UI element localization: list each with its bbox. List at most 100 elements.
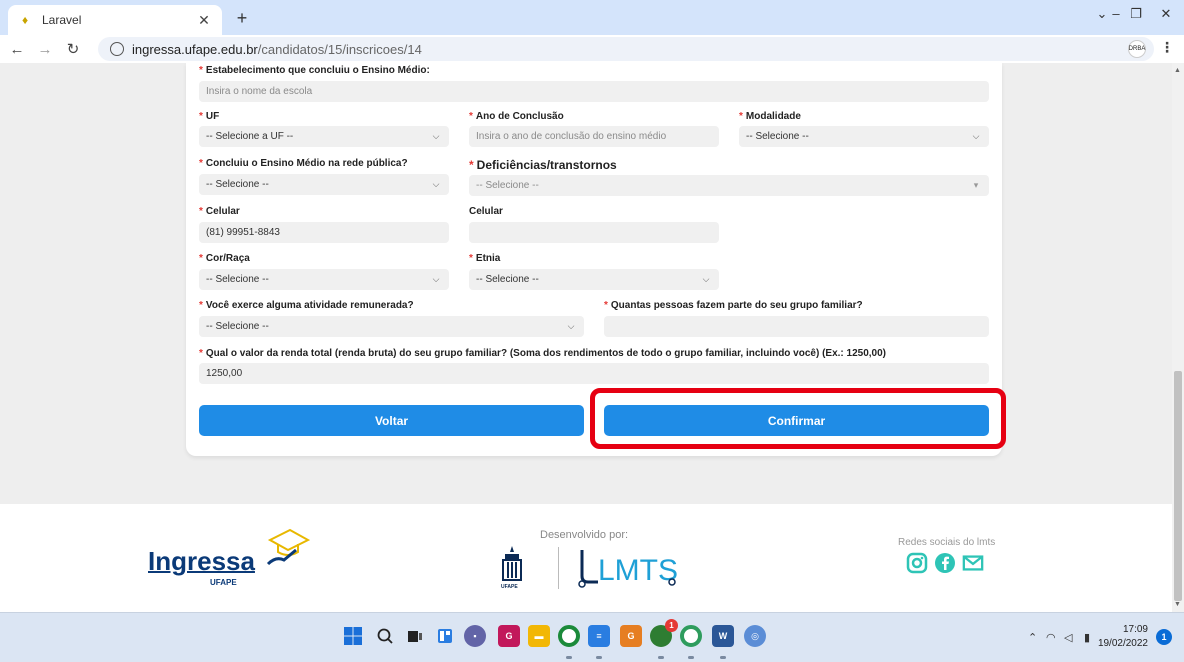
profile-avatar[interactable]: DRBA: [1128, 40, 1146, 58]
celular-input[interactable]: (81) 99951-8843: [199, 222, 449, 243]
confirm-highlight-box: [590, 388, 1006, 449]
chevron-down-icon: ⌵: [432, 274, 440, 284]
uf-select[interactable]: -- Selecione a UF -- ⌵: [199, 126, 449, 147]
rede-publica-label: * Concluiu o Ensino Médio na rede pública…: [199, 158, 408, 169]
running-indicator: [658, 656, 664, 659]
instagram-icon[interactable]: [906, 552, 928, 574]
pdf-app-icon[interactable]: G: [498, 625, 520, 647]
browser-tab[interactable]: ♦ Laravel ✕: [8, 5, 222, 35]
facebook-icon[interactable]: [934, 552, 956, 574]
grupo-familiar-label: * Quantas pessoas fazem parte do seu grup…: [604, 300, 863, 311]
whatsapp-like-icon[interactable]: 1: [650, 619, 678, 647]
notification-badge[interactable]: 1: [1156, 629, 1172, 645]
school-input[interactable]: Insira o nome da escola: [199, 81, 989, 102]
search-icon[interactable]: [374, 625, 396, 647]
atividade-select[interactable]: -- Selecione -- ⌵: [199, 316, 584, 337]
email-icon[interactable]: [962, 552, 984, 574]
file-explorer-icon[interactable]: ▬: [528, 625, 550, 647]
back-arrow-icon[interactable]: ←: [6, 41, 28, 58]
back-button[interactable]: Voltar: [199, 405, 584, 436]
running-indicator: [720, 656, 726, 659]
running-indicator: [566, 656, 572, 659]
running-indicator: [688, 656, 694, 659]
ingressa-logo[interactable]: Ingressa UFAPE: [148, 526, 318, 590]
scroll-up-icon[interactable]: ▲: [1174, 67, 1181, 74]
cor-raca-select[interactable]: -- Selecione -- ⌵: [199, 269, 449, 290]
badge-count: 1: [665, 619, 678, 632]
logo-wordmark: Ingressa: [148, 546, 255, 576]
chevron-down-icon: ⌵: [432, 179, 440, 189]
chevron-down-icon: ⌵: [972, 131, 980, 141]
modalidade-select[interactable]: -- Selecione -- ⌵: [739, 126, 989, 147]
ano-label: * Ano de Conclusão: [469, 111, 564, 122]
more-menu-icon[interactable]: ⋮: [1160, 39, 1174, 56]
cor-raca-label: * Cor/Raça: [199, 253, 250, 264]
globe-app-icon[interactable]: ◎: [744, 625, 766, 647]
renda-input[interactable]: 1250,00: [199, 363, 989, 384]
wifi-icon[interactable]: ◠: [1046, 631, 1056, 644]
chevron-down-icon: ⌵: [702, 274, 710, 284]
tray-chevron-up-icon[interactable]: ⌃: [1028, 631, 1037, 644]
school-label: * Estabelecimento que concluiu o Ensino M…: [199, 65, 430, 76]
close-window-button[interactable]: ✕: [1156, 6, 1176, 22]
page-viewport: * Estabelecimento que concluiu o Ensino M…: [0, 63, 1172, 612]
chevron-down-icon: ⌵: [432, 131, 440, 141]
chevron-down-icon: ⌵: [567, 321, 575, 331]
new-tab-button[interactable]: +: [232, 8, 252, 29]
lmts-logo-graphic: LMTS: [578, 550, 678, 588]
reload-icon[interactable]: ↻: [62, 40, 84, 58]
clock-date: 19/02/2022: [1097, 638, 1148, 649]
word-icon[interactable]: W: [712, 625, 734, 647]
chrome-icon[interactable]: [558, 625, 580, 647]
ufape-logo-text: UFAPE: [501, 584, 518, 590]
etnia-label: * Etnia: [469, 253, 501, 264]
browser-tab-bar: ♦ Laravel ✕ + ⌄ – ❐ ✕: [0, 0, 1184, 35]
clock-time: 17:09: [1122, 624, 1148, 635]
widgets-icon[interactable]: [434, 625, 456, 647]
teams-chat-icon[interactable]: ▪: [464, 625, 486, 647]
lmts-wordmark: LMTS: [598, 554, 678, 587]
tab-title: Laravel: [42, 13, 82, 27]
taskbar-clock[interactable]: 17:09 19/02/2022: [1098, 623, 1148, 651]
ano-input[interactable]: Insira o ano de conclusão do ensino médi…: [469, 126, 719, 147]
start-icon[interactable]: [342, 625, 364, 647]
celular-secondary-input[interactable]: [469, 222, 719, 243]
battery-icon[interactable]: ▮: [1084, 631, 1090, 644]
minimize-button[interactable]: –: [1106, 6, 1126, 21]
windows-taskbar: ▪ G ▬ ≡ G 1 W ◎ ⌃ ◠ ◁ ▮ 17:09 19/02/2022…: [0, 612, 1184, 662]
developed-by-label: Desenvolvido por:: [540, 529, 629, 541]
notepad-icon[interactable]: ≡: [588, 625, 610, 647]
ufape-emblem-icon: [502, 546, 522, 581]
grupo-familiar-input[interactable]: [604, 316, 989, 337]
celular-label: * Celular: [199, 206, 240, 217]
forward-arrow-icon[interactable]: →: [34, 41, 56, 58]
chrome-profile-icon[interactable]: [680, 625, 702, 647]
task-view-icon[interactable]: [404, 625, 426, 647]
app-g-icon[interactable]: G: [620, 625, 642, 647]
address-bar[interactable]: ingressa.ufape.edu.br /candidatos/15/ins…: [98, 37, 1154, 61]
renda-label: * Qual o valor da renda total (renda brut…: [199, 348, 887, 359]
page-scrollbar[interactable]: ▲ ▼: [1172, 63, 1184, 612]
scroll-down-icon[interactable]: ▼: [1174, 601, 1181, 608]
scrollbar-thumb[interactable]: [1174, 371, 1182, 601]
volume-icon[interactable]: ◁: [1064, 631, 1072, 644]
site-info-icon[interactable]: [110, 42, 124, 56]
etnia-select[interactable]: -- Selecione -- ⌵: [469, 269, 719, 290]
social-label: Redes sociais do lmts: [898, 537, 996, 548]
ufape-logo[interactable]: UFAPE: [497, 544, 527, 592]
caret-down-icon: ▾: [973, 180, 979, 190]
page-footer: Ingressa UFAPE Desenvolvido por: UFAPE L…: [0, 504, 1172, 612]
browser-toolbar: ← → ↻ ingressa.ufape.edu.br /candidatos/…: [0, 35, 1184, 63]
logo-subtitle: UFAPE: [210, 578, 237, 587]
modalidade-label: * Modalidade: [739, 111, 801, 122]
laravel-favicon-icon: ♦: [21, 13, 29, 27]
deficiencias-select[interactable]: -- Selecione -- ▾: [469, 175, 989, 196]
social-icons: [906, 552, 984, 574]
rede-publica-select[interactable]: -- Selecione -- ⌵: [199, 174, 449, 195]
running-indicator: [596, 656, 602, 659]
lmts-logo[interactable]: LMTS: [574, 544, 684, 590]
url-host: ingressa.ufape.edu.br: [132, 41, 258, 57]
graduation-cap-icon: [266, 528, 310, 566]
restore-button[interactable]: ❐: [1126, 6, 1146, 22]
close-tab-icon[interactable]: ✕: [196, 12, 212, 29]
